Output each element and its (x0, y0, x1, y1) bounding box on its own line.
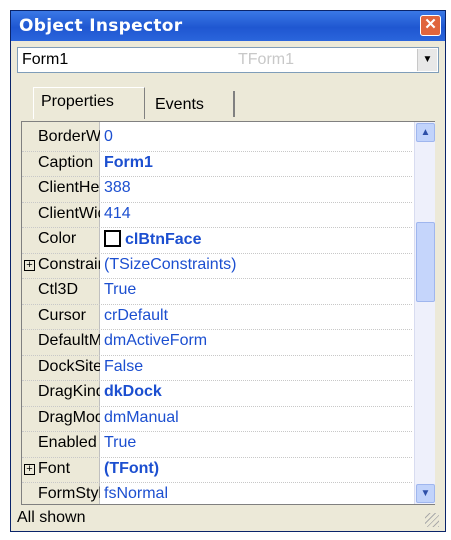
property-value-text: 414 (104, 204, 131, 222)
property-row[interactable]: DockSite False (22, 356, 412, 381)
property-value[interactable]: fsNormal (104, 485, 168, 503)
property-name: Ctl3D (38, 281, 79, 298)
chevron-down-icon[interactable]: ▼ (416, 484, 435, 503)
property-value[interactable]: dmManual (104, 409, 179, 427)
property-name: ClientHeight (38, 179, 100, 196)
property-value[interactable]: True (104, 434, 136, 452)
tab-events[interactable]: Events (147, 91, 235, 117)
property-row[interactable]: DefaultMonitordmActiveForm (22, 330, 412, 356)
property-row[interactable]: Cursor crDefault (22, 305, 412, 330)
vertical-scrollbar[interactable]: ▲ ▼ (414, 122, 435, 504)
property-value[interactable]: clBtnFace (104, 230, 201, 249)
resize-grip-icon[interactable] (425, 513, 439, 527)
property-value-text: dmManual (104, 408, 179, 426)
property-name: Constraints (38, 255, 100, 273)
tab-properties[interactable]: Properties (33, 87, 145, 119)
property-value-text: fsNormal (104, 485, 169, 502)
plus-box-icon[interactable]: + (24, 259, 35, 271)
status-bar: All shown (17, 509, 439, 529)
selected-object-class: TForm1 (238, 51, 294, 68)
property-value[interactable]: Form1 (104, 154, 153, 172)
property-row[interactable]: +Constraints(TSizeConstraints) (22, 254, 412, 279)
property-row[interactable]: Color clBtnFace (22, 228, 412, 254)
property-value[interactable]: 0 (104, 128, 113, 146)
selected-object-name: Form1 (22, 51, 69, 68)
property-value-text: (TSizeConstraints) (104, 255, 237, 273)
property-grid: BorderWidth0CaptionForm1ClientHeight388C… (21, 121, 435, 505)
property-value-text: clBtnFace (125, 231, 202, 248)
property-value[interactable]: 388 (104, 179, 131, 197)
status-text: All shown (17, 509, 86, 526)
property-value-text: False (104, 357, 144, 375)
property-row[interactable]: Ctl3D True (22, 279, 412, 305)
property-name: BorderWidth (38, 128, 100, 145)
object-inspector-window: Object Inspector ✕ Form1 TForm1 ▼ Proper… (10, 10, 446, 532)
property-value-text: dkDock (104, 383, 162, 400)
property-value[interactable]: (TFont) (104, 460, 159, 478)
property-value[interactable]: False (104, 358, 143, 376)
property-value-text: 0 (104, 128, 113, 145)
property-value-text: (TFont) (104, 459, 160, 477)
property-name: DragKind (38, 383, 100, 400)
property-row[interactable]: DragModedmManual (22, 407, 412, 432)
property-value-text: 388 (104, 179, 131, 196)
property-value[interactable]: (TSizeConstraints) (104, 256, 236, 274)
property-value[interactable]: 414 (104, 205, 131, 223)
color-swatch-icon (104, 230, 121, 247)
property-name: Cursor (38, 306, 87, 324)
property-value-text: Form1 (104, 153, 153, 171)
close-icon[interactable]: ✕ (420, 15, 441, 36)
window-title: Object Inspector (19, 16, 183, 36)
property-name: DragMode (38, 408, 100, 426)
property-value[interactable]: True (104, 281, 136, 299)
property-name: DockSite (38, 357, 100, 375)
property-row[interactable]: ClientWidth414 (22, 203, 412, 228)
property-name: Font (38, 459, 71, 477)
property-name: Color (38, 230, 77, 247)
property-row[interactable]: DragKind dkDock (22, 381, 412, 407)
property-value-text: dmActiveForm (104, 332, 208, 349)
property-row[interactable]: + Font (TFont) (22, 458, 412, 483)
property-row[interactable]: Enabled True (22, 432, 412, 458)
property-name: Caption (38, 153, 94, 171)
property-value[interactable]: dkDock (104, 383, 162, 401)
property-value-text: crDefault (104, 306, 169, 324)
property-value[interactable]: dmActiveForm (104, 332, 207, 350)
property-row[interactable]: FormStylefsNormal (22, 483, 412, 504)
chevron-down-icon[interactable]: ▼ (417, 49, 437, 71)
scroll-thumb[interactable] (416, 222, 435, 302)
property-row[interactable]: ClientHeight388 (22, 177, 412, 203)
object-selector[interactable]: Form1 TForm1 ▼ (17, 47, 439, 73)
property-row[interactable]: BorderWidth0 (22, 126, 412, 152)
property-value[interactable]: crDefault (104, 307, 168, 325)
property-name: Enabled (38, 434, 97, 451)
title-bar[interactable]: Object Inspector ✕ (11, 11, 445, 41)
property-name: DefaultMonitor (38, 332, 100, 349)
property-row[interactable]: Caption Form1 (22, 152, 412, 177)
property-name: FormStyle (38, 485, 100, 502)
property-value-text: True (104, 434, 137, 451)
property-name: ClientWidth (38, 204, 100, 222)
chevron-up-icon[interactable]: ▲ (416, 123, 435, 142)
property-value-text: True (104, 281, 137, 298)
plus-box-icon[interactable]: + (24, 463, 35, 475)
